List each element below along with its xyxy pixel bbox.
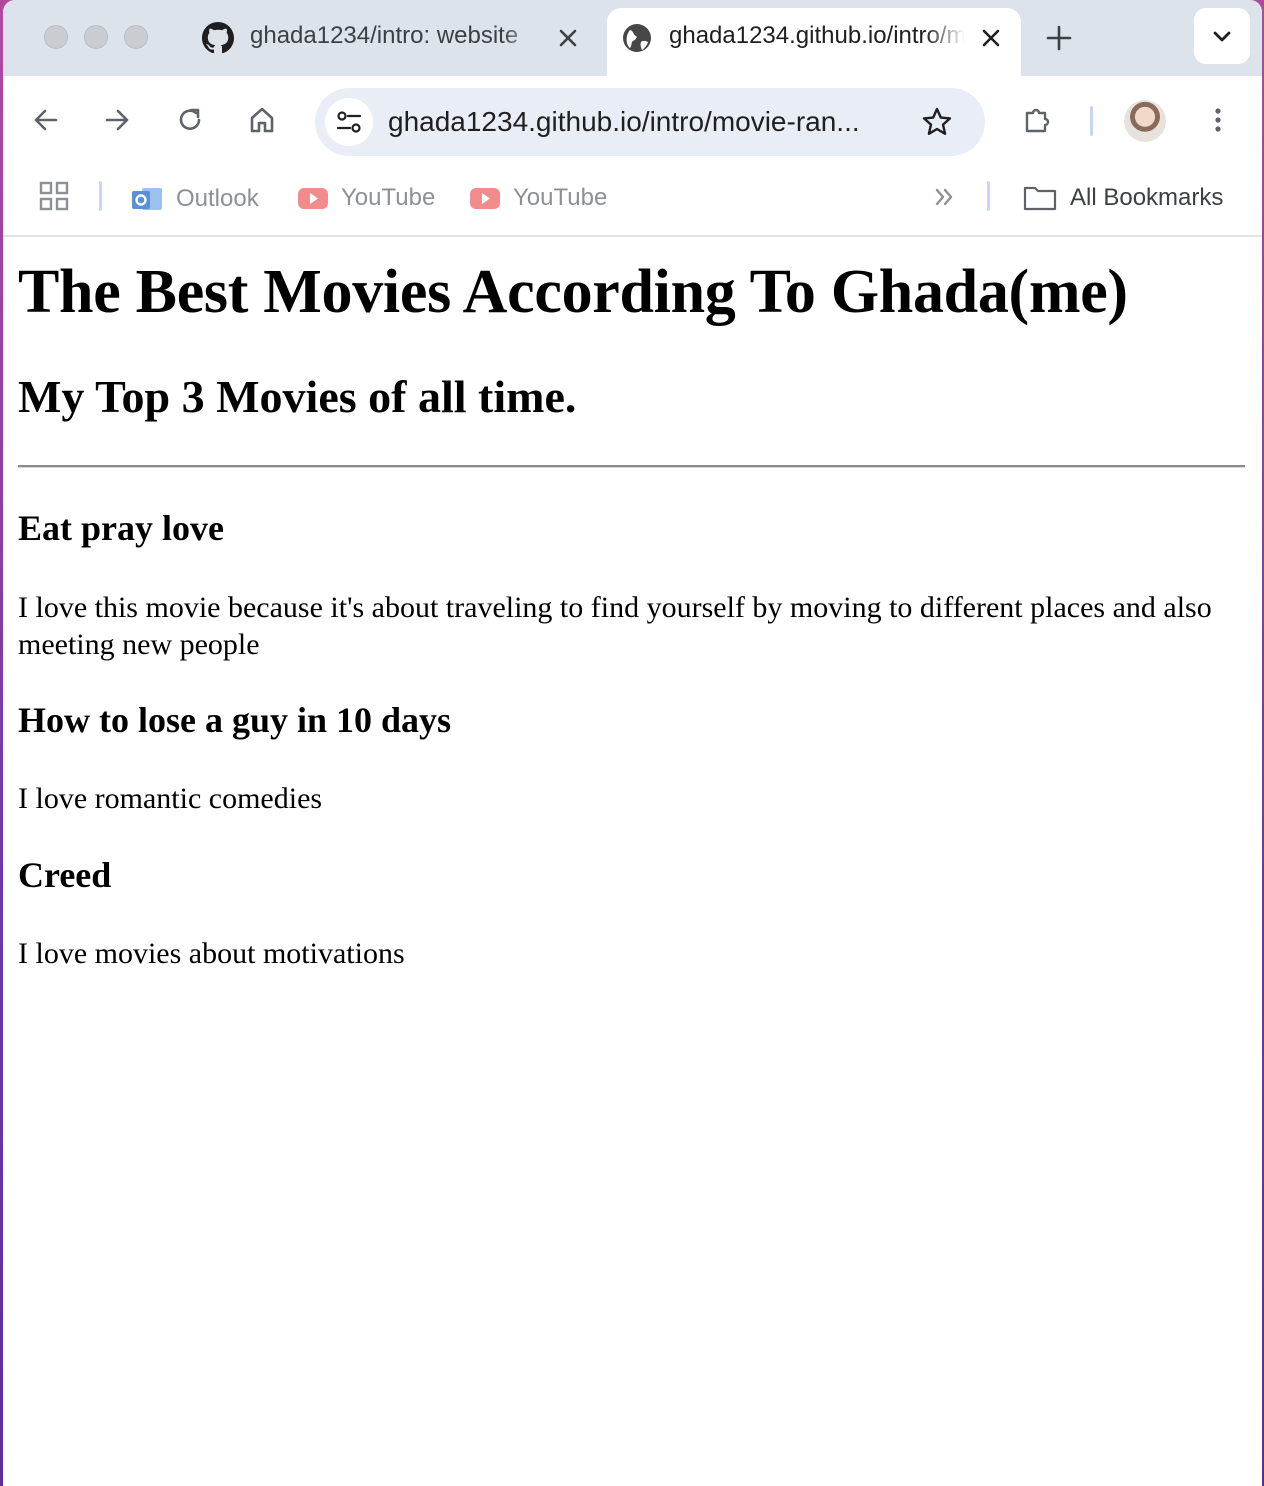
bookmark-star-icon[interactable] [920, 105, 954, 139]
bookmarks-bar: Outlook YouTube YouTube All Bookmarks [3, 164, 1262, 237]
forward-arrow-icon[interactable] [101, 104, 133, 136]
bookmark-youtube-2[interactable]: YouTube [469, 182, 607, 214]
minimize-window-button[interactable] [84, 25, 108, 49]
page-title: The Best Movies According To Ghada(me) [18, 258, 1128, 326]
close-tab-icon[interactable] [979, 26, 1003, 50]
close-tab-icon[interactable] [556, 26, 580, 50]
globe-icon [623, 24, 651, 52]
divider [18, 465, 1245, 468]
folder-icon [1023, 186, 1057, 211]
tab-movie-ranking[interactable]: ghada1234.github.io/intro/movie-ranking [607, 8, 1021, 76]
tab-title: ghada1234/intro: website [250, 22, 542, 50]
movie-title: Eat pray love [18, 508, 224, 548]
bookmark-label: YouTube [513, 184, 608, 211]
movie-description: I love movies about motivations [18, 937, 405, 970]
reload-icon[interactable] [174, 104, 206, 136]
bookmark-youtube-1[interactable]: YouTube [297, 182, 435, 214]
outlook-icon [132, 188, 162, 210]
close-window-button[interactable] [44, 25, 68, 49]
apps-grid-icon[interactable] [39, 181, 69, 211]
page-subtitle: My Top 3 Movies of all time. [18, 371, 577, 422]
tab-strip: ghada1234/intro: website ghada1234.githu… [3, 0, 1262, 76]
toolbar-divider [1090, 106, 1093, 136]
youtube-icon [470, 188, 500, 209]
bookmarks-divider [99, 181, 102, 211]
movie-title: How to lose a guy in 10 days [18, 700, 452, 740]
tune-icon [336, 111, 362, 133]
all-bookmarks-label: All Bookmarks [1070, 184, 1224, 211]
tab-search-button[interactable] [1194, 8, 1250, 64]
tab-title: ghada1234.github.io/intro/movie-ranking [669, 22, 965, 50]
bookmarks-divider [987, 181, 990, 211]
back-arrow-icon[interactable] [30, 104, 62, 136]
tab-github-repo[interactable]: ghada1234/intro: website [188, 8, 598, 76]
all-bookmarks-button[interactable]: All Bookmarks [1022, 182, 1223, 214]
address-bar[interactable]: ghada1234.github.io/intro/movie-ran... [315, 88, 985, 156]
chevron-double-right-icon[interactable] [932, 184, 958, 210]
movie-title: Creed [18, 855, 112, 895]
page-content: The Best Movies According To Ghada(me) M… [3, 239, 1262, 1486]
youtube-icon [298, 188, 328, 209]
extensions-icon[interactable] [1021, 104, 1053, 136]
new-tab-icon[interactable] [1043, 22, 1075, 54]
bookmark-outlook[interactable]: Outlook [130, 182, 259, 216]
chevron-down-icon [1213, 31, 1231, 42]
toolbar: ghada1234.github.io/intro/movie-ran... [3, 76, 1262, 164]
movie-description: I love this movie because it's about tra… [18, 591, 1212, 661]
home-icon[interactable] [246, 104, 278, 136]
profile-avatar[interactable] [1124, 100, 1166, 142]
browser-window: ghada1234/intro: website ghada1234.githu… [3, 0, 1262, 1486]
url-text: ghada1234.github.io/intro/movie-ran... [388, 106, 860, 137]
site-info-icon[interactable] [325, 98, 373, 146]
github-icon [202, 22, 234, 54]
zoom-window-button[interactable] [124, 25, 148, 49]
movie-description: I love romantic comedies [18, 782, 323, 815]
more-menu-icon[interactable] [1202, 104, 1234, 136]
bookmark-label: Outlook [176, 185, 259, 212]
bookmark-label: YouTube [341, 184, 436, 211]
